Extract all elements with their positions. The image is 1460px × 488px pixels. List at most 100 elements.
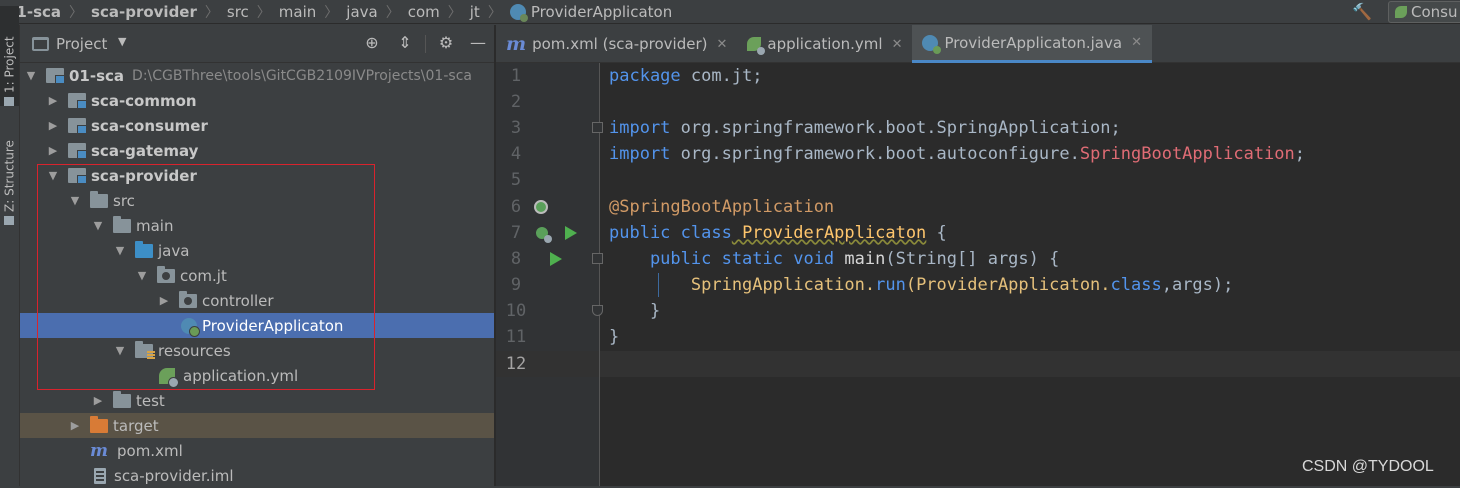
module-file-icon (94, 467, 106, 484)
tree-node-folder-excluded[interactable]: ▶ target (20, 413, 494, 438)
tree-node-file[interactable]: ▶ m pom.xml (20, 438, 494, 463)
tree-node-class-selected[interactable]: ▶ ProviderApplicaton (20, 313, 494, 338)
expanded-arrow-icon[interactable]: ▼ (136, 269, 148, 282)
module-icon (68, 168, 87, 184)
maven-icon: m (506, 33, 527, 55)
expanded-arrow-icon[interactable]: ▼ (114, 344, 126, 357)
tree-node-root[interactable]: ▼ 01-sca D:\CGBThree\tools\GitCGB2109IVP… (20, 63, 494, 88)
minimize-icon[interactable]: — (468, 33, 488, 53)
code-text: { (926, 223, 947, 243)
close-icon[interactable]: ✕ (716, 37, 727, 52)
collapsed-arrow-icon[interactable]: ▶ (69, 419, 81, 432)
build-hammer-icon[interactable]: 🔨 (1352, 2, 1372, 21)
project-view-selector[interactable]: Project (56, 35, 107, 53)
fold-end-marker-icon[interactable] (592, 305, 603, 316)
tool-window-tab-project-label: 1: Project (2, 36, 17, 93)
tree-node-package[interactable]: ▶ controller (20, 288, 494, 313)
breadcrumb-item-class[interactable]: ProviderApplicaton (509, 3, 672, 22)
code-line-6: @SpringBootApplication (609, 194, 834, 220)
breadcrumb-separator-icon: 〉 (385, 4, 400, 21)
tree-node-folder[interactable]: ▼ java (20, 238, 494, 263)
gear-icon[interactable]: ⚙ (436, 33, 456, 53)
project-tree: ▼ 01-sca D:\CGBThree\tools\GitCGB2109IVP… (20, 63, 494, 486)
source-folder-icon (135, 240, 153, 258)
locate-crosshair-icon[interactable]: ⊕ (362, 33, 382, 53)
spring-bean-search-icon[interactable] (534, 200, 548, 214)
expanded-arrow-icon[interactable]: ▼ (69, 194, 81, 207)
expanded-arrow-icon[interactable]: ▼ (47, 169, 59, 182)
line-number: 11 (505, 327, 527, 347)
line-number: 4 (510, 144, 522, 164)
tree-node-path: D:\CGBThree\tools\GitCGB2109IVProjects\0… (132, 67, 472, 84)
code-text: org.springframework.boot.autoconfigure. (670, 144, 1080, 164)
collapsed-arrow-icon[interactable]: ▶ (47, 119, 59, 132)
breadcrumb-item-src[interactable]: src (227, 3, 249, 21)
tree-node-folder[interactable]: ▼ main (20, 213, 494, 238)
package-icon (179, 290, 197, 308)
project-panel-header: Project ▼ ⊕ ⇕ ⚙ — (20, 25, 494, 63)
expanded-arrow-icon[interactable]: ▼ (92, 219, 104, 232)
code-keyword: class (1110, 275, 1162, 295)
collapsed-arrow-icon[interactable]: ▶ (158, 294, 170, 307)
tree-node-label: src (113, 191, 135, 210)
collapsed-arrow-icon[interactable]: ▶ (47, 94, 59, 107)
breadcrumb-item-com[interactable]: com (408, 3, 440, 21)
code-line-8: public static void main(String[] args) { (609, 246, 1059, 272)
breadcrumb-item-main[interactable]: main (279, 3, 316, 21)
expanded-arrow-icon[interactable]: ▼ (25, 69, 37, 82)
tab-label: ProviderApplicaton.java (944, 33, 1123, 52)
code-method-name: main (834, 249, 886, 269)
fold-marker-icon[interactable] (592, 122, 603, 133)
tab-provider-applicaton-java[interactable]: ProviderApplicaton.java ✕ (912, 25, 1152, 63)
tree-node-label: sca-provider.iml (114, 466, 234, 485)
breadcrumb-separator-icon: 〉 (204, 4, 219, 21)
breadcrumb-separator-icon: 〉 (324, 4, 339, 21)
collapsed-arrow-icon[interactable]: ▶ (92, 394, 104, 407)
tab-application-yml[interactable]: application.yml ✕ (737, 25, 912, 63)
code-annotation: @SpringBootApplication (609, 197, 835, 217)
spring-boot-gutter-icon[interactable] (534, 225, 552, 243)
run-configuration-selector[interactable]: Consu (1388, 1, 1460, 23)
fold-marker-icon[interactable] (592, 253, 603, 264)
close-icon[interactable]: ✕ (892, 37, 903, 52)
line-number: 6 (510, 197, 522, 217)
tree-node-module[interactable]: ▶ sca-consumer (20, 113, 494, 138)
tool-window-tab-project[interactable]: 1: Project (0, 6, 19, 106)
breadcrumb-item-jt[interactable]: jt (470, 3, 480, 21)
run-icon[interactable] (550, 252, 562, 266)
tree-node-label: application.yml (183, 366, 299, 385)
tool-window-tab-structure-label: Z: Structure (2, 140, 17, 212)
chevron-down-icon[interactable]: ▼ (118, 35, 126, 48)
tree-node-label: resources (158, 341, 231, 360)
close-icon[interactable]: ✕ (1131, 35, 1142, 50)
run-icon[interactable] (565, 226, 577, 240)
breadcrumb-item-module[interactable]: sca-provider (91, 3, 197, 21)
spring-boot-class-icon (509, 3, 528, 22)
tree-node-file[interactable]: ▶ sca-provider.iml (20, 463, 494, 488)
code-class-name: SpringBootApplication (1079, 144, 1295, 164)
tool-window-tab-structure[interactable]: Z: Structure (0, 115, 19, 225)
code-line-9: SpringApplication.run(ProviderApplicaton… (609, 272, 1234, 298)
collapsed-arrow-icon[interactable]: ▶ (47, 144, 59, 157)
breadcrumb-separator-icon: 〉 (447, 4, 462, 21)
tree-node-folder[interactable]: ▶ test (20, 388, 494, 413)
expanded-arrow-icon[interactable]: ▼ (114, 244, 126, 257)
collapse-all-icon[interactable]: ⇕ (395, 33, 415, 53)
breadcrumb-item-java[interactable]: java (346, 3, 377, 21)
tree-node-file[interactable]: ▶ application.yml (20, 363, 494, 388)
line-number: 3 (510, 118, 522, 138)
code-line-11: } (609, 324, 619, 350)
folder-icon (113, 390, 131, 408)
code-text: (String[] args) { (885, 249, 1060, 269)
tree-node-module[interactable]: ▶ sca-gatemay (20, 138, 494, 163)
spring-boot-class-icon (181, 317, 200, 337)
tree-node-module[interactable]: ▼ sca-provider (20, 163, 494, 188)
spring-yaml-file-icon (159, 367, 179, 388)
tree-node-folder[interactable]: ▼ src (20, 188, 494, 213)
tree-node-package[interactable]: ▼ com.jt (20, 263, 494, 288)
tree-node-folder[interactable]: ▼ resources (20, 338, 494, 363)
tab-pom-xml[interactable]: m pom.xml (sca-provider) ✕ (496, 25, 737, 63)
tree-node-label: ProviderApplicaton (202, 316, 344, 335)
tree-node-module[interactable]: ▶ sca-common (20, 88, 494, 113)
spring-yaml-file-icon (747, 37, 766, 55)
